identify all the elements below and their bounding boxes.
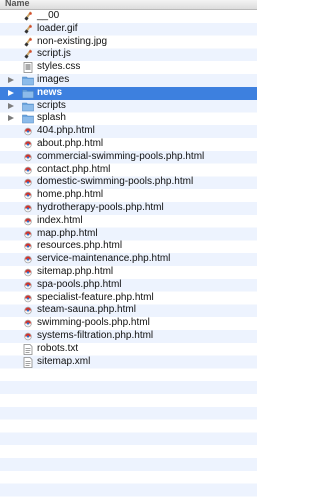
file-row[interactable]: map.php.html xyxy=(0,228,257,241)
file-row[interactable]: sitemap.xml xyxy=(0,356,257,369)
disclosure-triangle-icon[interactable] xyxy=(8,115,14,122)
css-file-icon xyxy=(22,62,34,74)
file-row[interactable]: sitemap.php.html xyxy=(0,266,257,279)
file-name: splash xyxy=(37,112,66,124)
folder-icon xyxy=(22,101,34,112)
folder-icon xyxy=(22,75,34,86)
html-file-icon xyxy=(22,216,34,227)
html-file-icon xyxy=(22,152,34,163)
file-name: swimming-pools.php.html xyxy=(37,317,150,329)
html-file-icon xyxy=(22,305,34,316)
html-file-icon xyxy=(22,331,34,342)
html-file-icon xyxy=(22,126,34,137)
file-row[interactable]: splash xyxy=(0,112,257,125)
html-file-icon xyxy=(22,241,34,252)
file-name: styles.css xyxy=(37,61,81,73)
file-name: sitemap.xml xyxy=(37,355,91,367)
folder-icon xyxy=(22,113,34,124)
file-name: steam-sauna.php.html xyxy=(37,304,136,316)
html-file-icon xyxy=(22,203,34,214)
file-name: domestic-swimming-pools.php.html xyxy=(37,176,194,188)
file-row[interactable]: non-existing.jpg xyxy=(0,36,257,49)
script-icon xyxy=(22,36,34,48)
html-file-icon xyxy=(22,177,34,188)
file-name: script.js xyxy=(37,48,71,60)
file-list[interactable]: __00 loader.gif non-existing.jpg script.js s… xyxy=(0,10,257,500)
file-name: hydrotherapy-pools.php.html xyxy=(37,202,164,213)
file-name: commercial-swimming-pools.php.html xyxy=(37,150,205,162)
file-name: scripts xyxy=(37,99,66,111)
file-row[interactable]: systems-filtration.php.html xyxy=(0,330,257,343)
file-name: resources.php.html xyxy=(37,240,123,252)
file-row[interactable]: spa-pools.php.html xyxy=(0,279,257,292)
file-row[interactable]: styles.css xyxy=(0,61,257,74)
file-row[interactable]: 404.php.html xyxy=(0,125,257,138)
file-row[interactable]: steam-sauna.php.html xyxy=(0,304,257,317)
column-header-name: Name xyxy=(5,0,30,8)
html-file-icon xyxy=(22,293,34,304)
file-name: index.html xyxy=(37,214,83,226)
file-name: service-maintenance.php.html xyxy=(37,253,171,265)
file-row[interactable]: __00 xyxy=(0,10,257,23)
file-row[interactable]: service-maintenance.php.html xyxy=(0,253,257,266)
file-name: home.php.html xyxy=(37,189,104,201)
html-file-icon xyxy=(22,254,34,265)
file-name: contact.php.html xyxy=(37,163,111,175)
file-row[interactable]: hydrotherapy-pools.php.html xyxy=(0,202,257,215)
text-file-icon xyxy=(22,343,34,355)
file-name: systems-filtration.php.html xyxy=(37,330,154,341)
script-icon xyxy=(22,11,34,22)
html-file-icon xyxy=(22,139,34,150)
file-row[interactable]: images xyxy=(0,74,257,87)
file-name: sitemap.php.html xyxy=(37,266,114,277)
disclosure-triangle-icon[interactable] xyxy=(8,89,14,96)
html-file-icon xyxy=(22,280,34,291)
file-name: spa-pools.php.html xyxy=(37,278,122,290)
file-name: 404.php.html xyxy=(37,125,95,137)
file-name: news xyxy=(37,86,63,98)
file-row[interactable]: commercial-swimming-pools.php.html xyxy=(0,151,257,164)
file-row[interactable]: contact.php.html xyxy=(0,164,257,177)
file-name: specialist-feature.php.html xyxy=(37,291,154,303)
file-name: robots.txt xyxy=(37,342,79,354)
html-file-icon xyxy=(22,190,34,201)
text-file-icon xyxy=(22,356,34,368)
folder-icon xyxy=(22,88,34,99)
disclosure-triangle-icon[interactable] xyxy=(8,77,14,83)
file-name: about.php.html xyxy=(37,138,104,149)
html-file-icon xyxy=(22,267,34,278)
file-row[interactable]: swimming-pools.php.html xyxy=(0,317,257,330)
file-row[interactable]: resources.php.html xyxy=(0,240,257,253)
file-row[interactable]: domestic-swimming-pools.php.html xyxy=(0,176,257,189)
file-name: non-existing.jpg xyxy=(37,35,108,47)
html-file-icon xyxy=(22,318,34,329)
file-row[interactable]: index.html xyxy=(0,215,257,228)
file-row[interactable]: about.php.html xyxy=(0,138,257,151)
file-row[interactable]: scripts xyxy=(0,100,257,113)
html-file-icon xyxy=(22,229,34,240)
file-row[interactable]: specialist-feature.php.html xyxy=(0,292,257,305)
file-name: __00 xyxy=(37,10,60,21)
script-icon xyxy=(22,24,34,35)
file-row[interactable]: loader.gif xyxy=(0,23,257,36)
file-row[interactable]: script.js xyxy=(0,48,257,61)
disclosure-triangle-icon[interactable] xyxy=(8,102,14,109)
file-row[interactable]: news xyxy=(0,86,257,100)
file-name: images xyxy=(37,74,70,85)
file-name: loader.gif xyxy=(37,22,78,34)
html-file-icon xyxy=(22,165,34,176)
script-icon xyxy=(22,49,34,60)
column-header[interactable]: Name xyxy=(0,0,257,10)
file-name: map.php.html xyxy=(37,227,98,239)
file-row[interactable]: home.php.html xyxy=(0,189,257,202)
file-row[interactable]: robots.txt xyxy=(0,343,257,356)
